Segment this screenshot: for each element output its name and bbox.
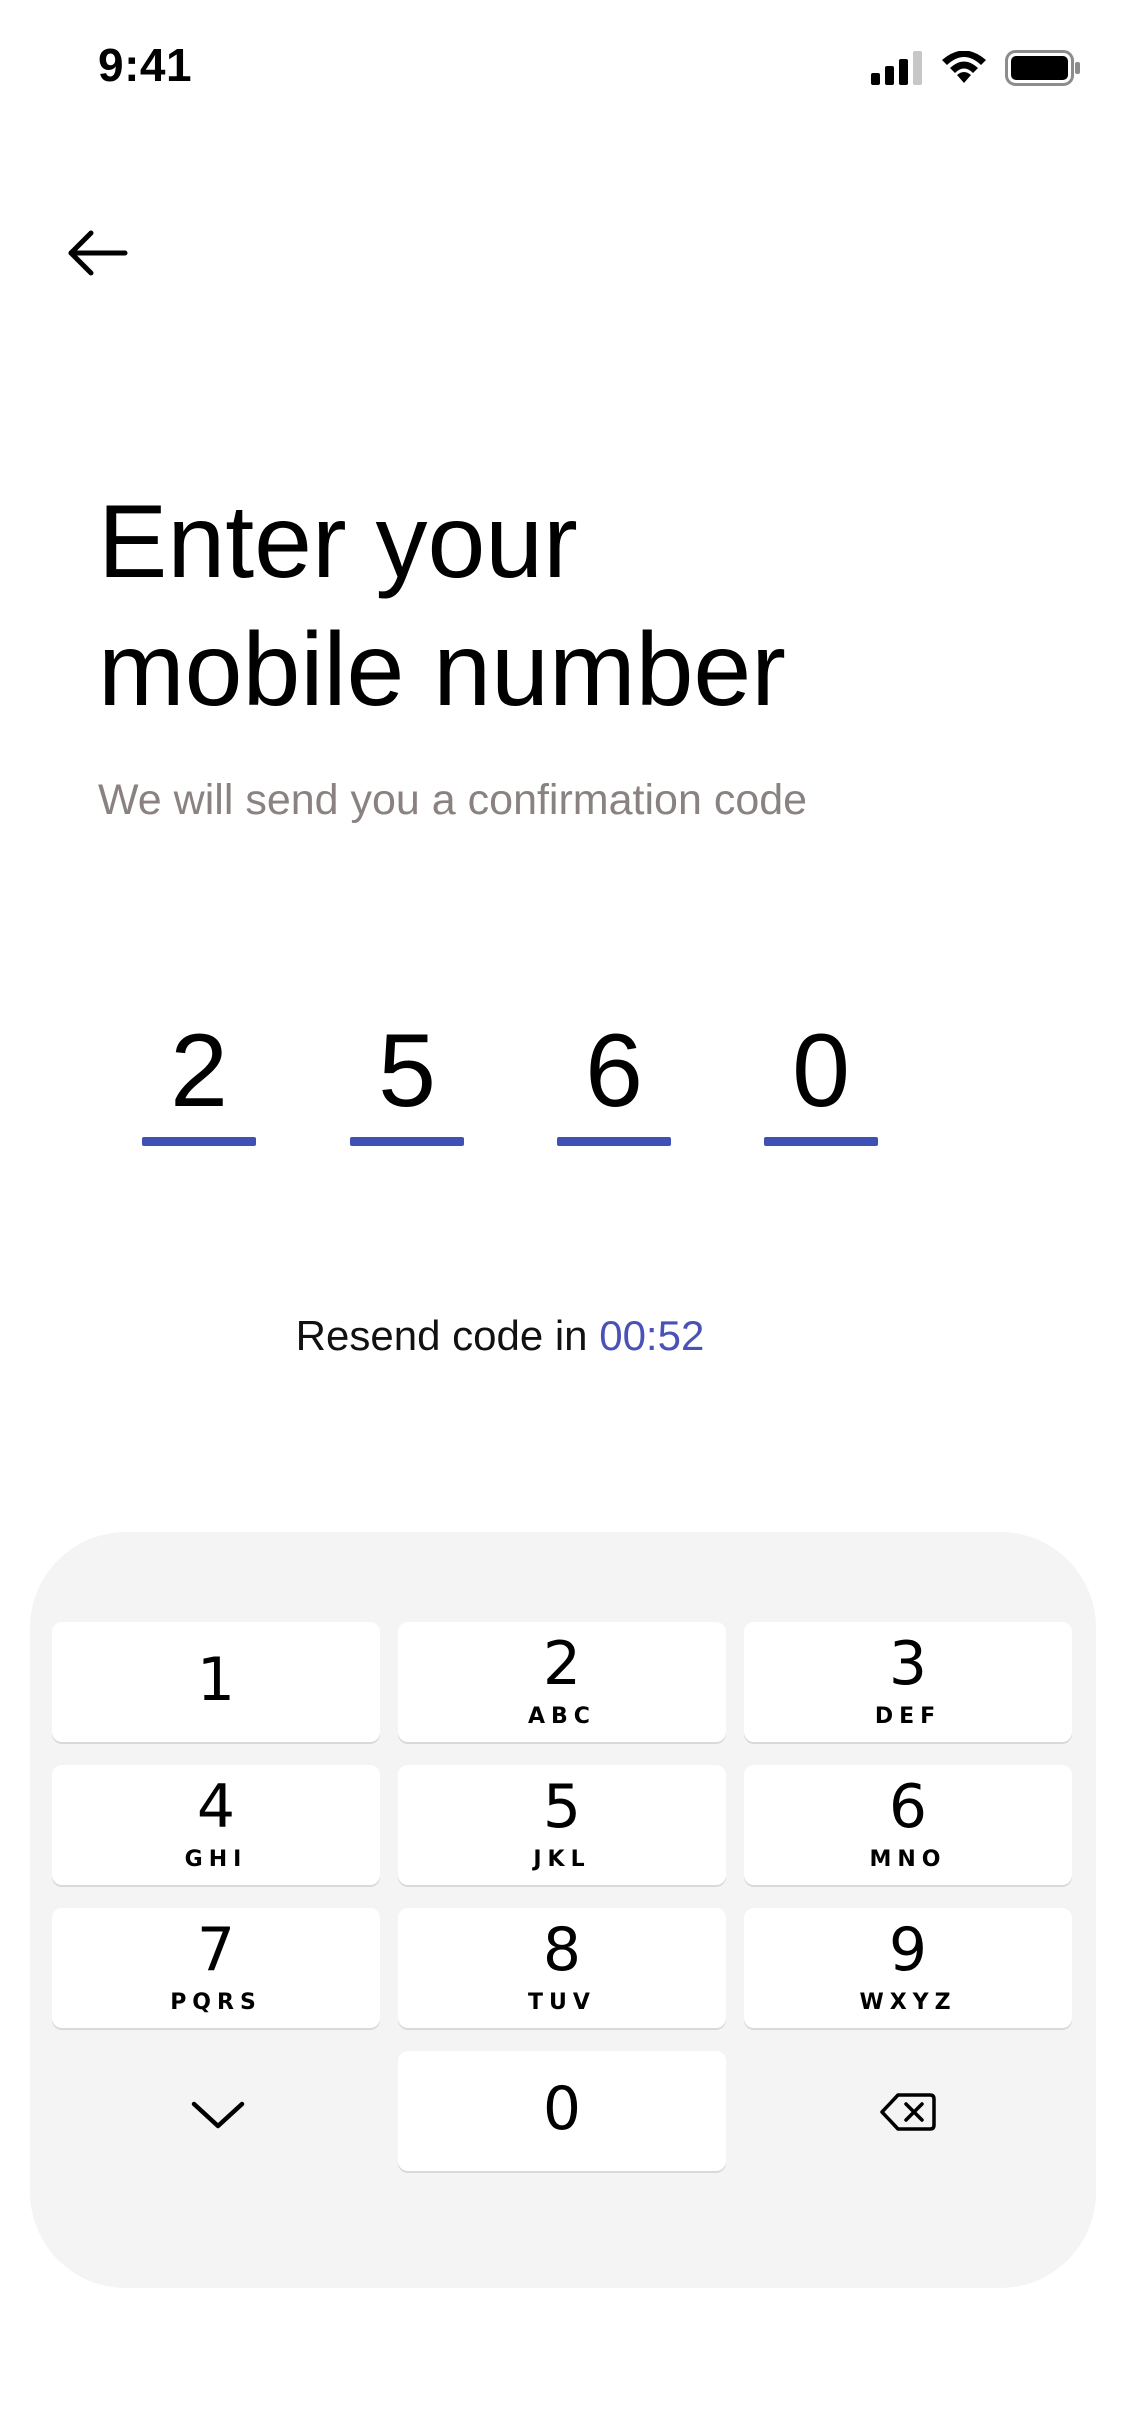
battery-icon [1005, 50, 1080, 86]
resend-timer: 00:52 [599, 1312, 705, 1359]
code-digit-4[interactable]: 0 [764, 1010, 878, 1150]
arrow-left-icon [68, 230, 128, 276]
key-7[interactable]: 7 PQRS [52, 1908, 380, 2028]
key-digit: 3 [888, 1629, 928, 1699]
key-digit: 9 [888, 1915, 928, 1985]
page-subtitle: We will send you a confirmation code [98, 776, 808, 824]
key-6[interactable]: 6 MNO [744, 1765, 1072, 1885]
numeric-keypad: 1 2 ABC 3 DEF 4 GHI 5 JKL 6 MNO 7 PQRS 8… [30, 1532, 1096, 2288]
hide-keyboard-button[interactable] [148, 2059, 288, 2169]
wifi-icon [942, 51, 986, 83]
code-digit-value: 0 [792, 1013, 850, 1129]
back-button[interactable] [60, 220, 134, 286]
key-digit: 1 [196, 1645, 236, 1715]
code-digit-2[interactable]: 5 [350, 1010, 464, 1150]
code-digit-underline [557, 1137, 671, 1146]
key-letters: JKL [533, 1847, 591, 1872]
key-2[interactable]: 2 ABC [398, 1622, 726, 1742]
key-1[interactable]: 1 [52, 1622, 380, 1742]
key-8[interactable]: 8 TUV [398, 1908, 726, 2028]
confirmation-code-input: 2 5 6 0 [0, 1010, 1125, 1150]
page-title-line-1: Enter your [98, 484, 578, 600]
chevron-down-icon [191, 2101, 245, 2129]
key-letters: PQRS [170, 1990, 262, 2015]
key-0[interactable]: 0 [398, 2051, 726, 2171]
resend-label: Resend code in [295, 1312, 600, 1359]
code-digit-3[interactable]: 6 [557, 1010, 671, 1150]
code-digit-1[interactable]: 2 [142, 1010, 256, 1150]
key-digit: 2 [542, 1629, 582, 1699]
key-letters: GHI [184, 1847, 248, 1872]
backspace-icon [880, 2093, 936, 2131]
key-9[interactable]: 9 WXYZ [744, 1908, 1072, 2028]
key-letters: MNO [869, 1847, 947, 1872]
key-letters: DEF [874, 1704, 942, 1729]
key-digit: 5 [542, 1772, 582, 1842]
code-digit-underline [350, 1137, 464, 1146]
code-digit-value: 5 [378, 1013, 436, 1129]
resend-code-text: Resend code in 00:52 [0, 1312, 1000, 1360]
page-title-line-2: mobile number [98, 612, 786, 728]
key-digit: 7 [196, 1915, 236, 1985]
code-digit-value: 2 [170, 1013, 228, 1129]
page-title: Enter your mobile number [98, 478, 998, 734]
code-digit-underline [142, 1137, 256, 1146]
key-3[interactable]: 3 DEF [744, 1622, 1072, 1742]
key-digit: 6 [888, 1772, 928, 1842]
key-letters: WXYZ [859, 1990, 957, 2015]
status-bar: 9:41 [0, 0, 1125, 140]
cellular-signal-icon [871, 51, 922, 85]
code-digit-underline [764, 1137, 878, 1146]
key-5[interactable]: 5 JKL [398, 1765, 726, 1885]
status-icons [871, 50, 1081, 86]
code-digit-value: 6 [585, 1013, 643, 1129]
key-digit: 8 [542, 1915, 582, 1985]
key-4[interactable]: 4 GHI [52, 1765, 380, 1885]
status-time: 9:41 [98, 39, 193, 91]
key-digit: 0 [542, 2074, 582, 2144]
key-letters: TUV [528, 1990, 596, 2015]
key-digit: 4 [196, 1772, 236, 1842]
delete-button[interactable] [838, 2057, 978, 2167]
key-letters: ABC [528, 1704, 596, 1729]
